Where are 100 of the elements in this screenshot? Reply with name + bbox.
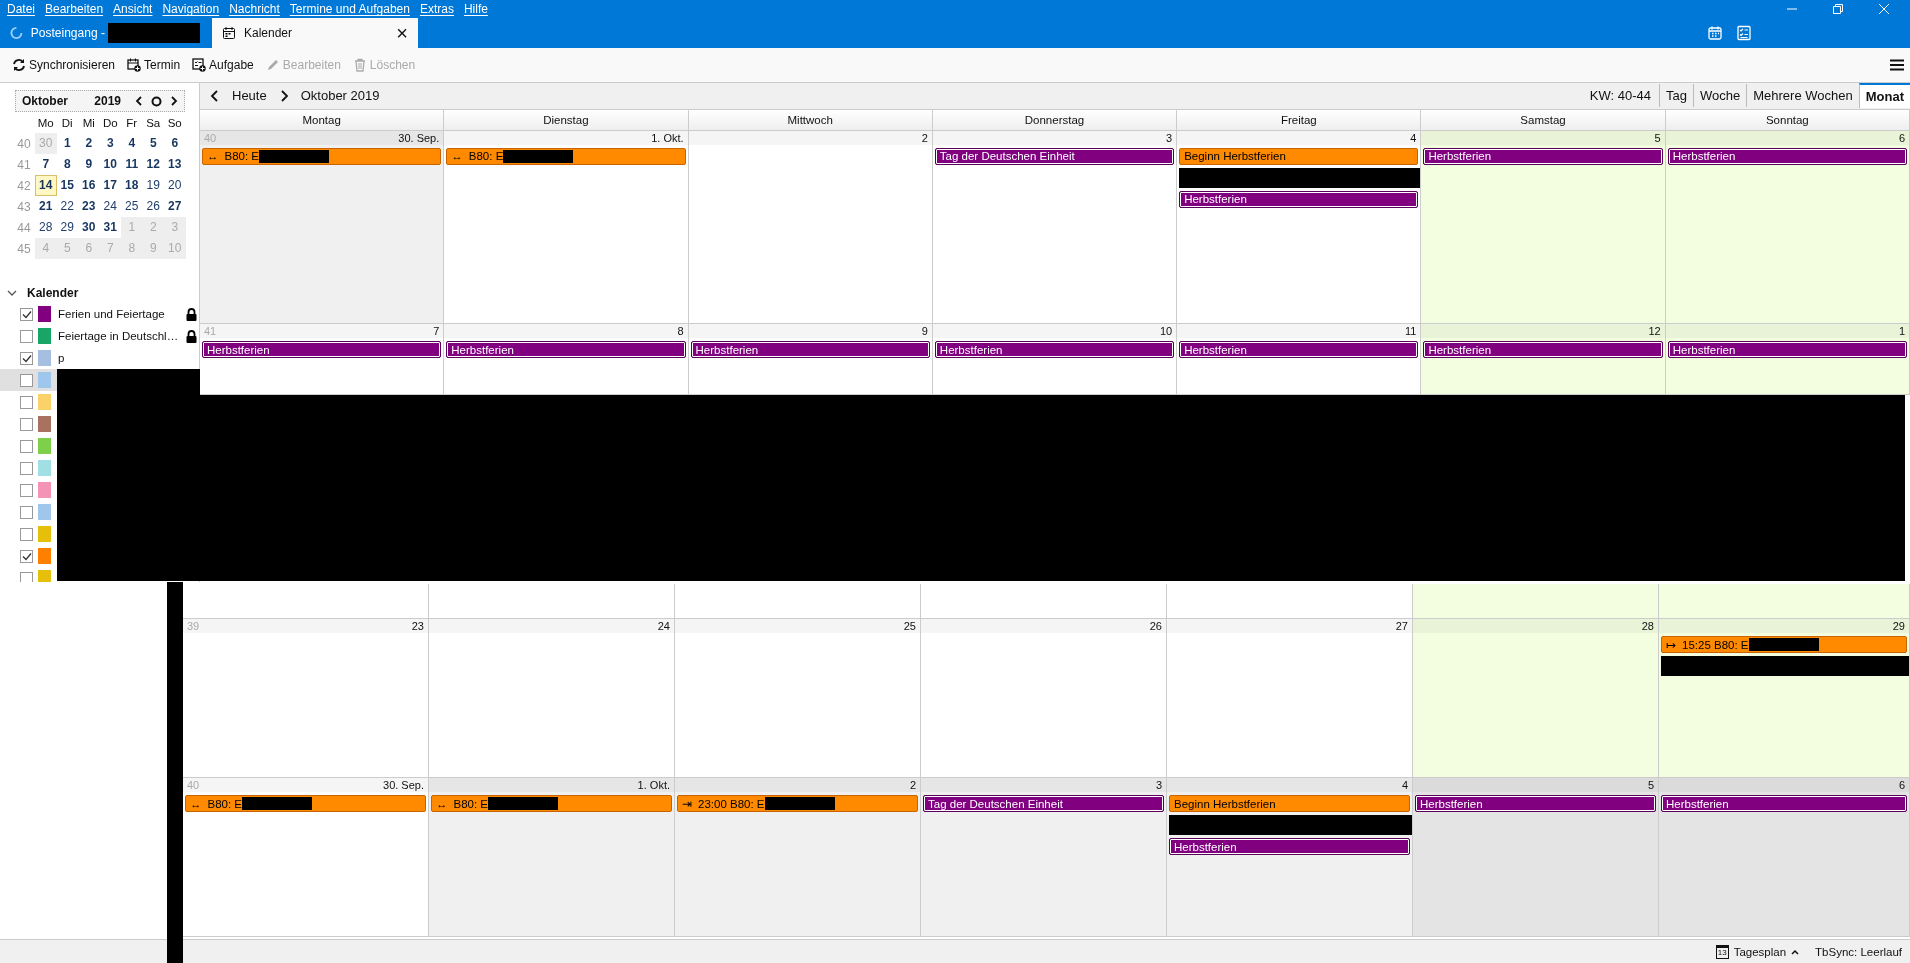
day-cell[interactable]: 28 bbox=[1413, 619, 1659, 777]
menu-icon[interactable] bbox=[1890, 59, 1904, 71]
day-number[interactable]: 23 bbox=[78, 196, 100, 217]
day-cell[interactable]: 6 Herbstferien bbox=[1659, 778, 1910, 936]
agenda-toggle[interactable]: 13 Tagesplan bbox=[1715, 944, 1800, 959]
day-cell[interactable]: 5 Herbstferien bbox=[1413, 778, 1659, 936]
checkbox[interactable] bbox=[20, 351, 33, 365]
day-cell[interactable]: 9 Herbstferien bbox=[688, 324, 933, 394]
day-number[interactable]: 30 bbox=[78, 217, 100, 238]
day-number[interactable]: 4 bbox=[121, 133, 143, 154]
day-cell[interactable]: 41 7 Herbstferien bbox=[200, 324, 445, 394]
event-bar[interactable]: Tag der Deutschen Einheit bbox=[934, 147, 1175, 165]
day-cell[interactable]: 4 Beginn Herbstferien Herbstferien bbox=[1167, 778, 1413, 936]
menu-item[interactable]: Nachricht bbox=[224, 2, 285, 16]
year-label[interactable]: 2019 bbox=[94, 94, 121, 108]
event-bar[interactable]: Herbstferien bbox=[1179, 341, 1419, 359]
day-cell[interactable]: 1. Okt. ↔ B80: E bbox=[444, 130, 689, 324]
day-cell[interactable]: 1 Herbstferien bbox=[1665, 324, 1910, 394]
day-number[interactable]: 17 bbox=[99, 175, 121, 196]
checkbox[interactable] bbox=[20, 483, 33, 497]
chevron-icon[interactable] bbox=[7, 289, 17, 297]
checkbox[interactable] bbox=[20, 571, 33, 582]
event-bar[interactable]: Herbstferien bbox=[1415, 795, 1656, 812]
day-cell[interactable]: 2 ⇥ 23:00 B80: E bbox=[675, 778, 921, 936]
month-label[interactable]: Oktober bbox=[22, 94, 68, 108]
day-number[interactable]: 8 bbox=[56, 154, 78, 175]
day-cell[interactable]: 5 Herbstferien bbox=[1421, 130, 1666, 324]
event-bar[interactable]: Herbstferien bbox=[1179, 190, 1419, 208]
day-number[interactable]: 21 bbox=[35, 196, 57, 217]
day-cell[interactable]: 40 30. Sep. ↔ B80: E bbox=[200, 130, 445, 324]
day-cell[interactable] bbox=[1413, 584, 1659, 618]
event-bar[interactable]: Herbstferien bbox=[1667, 147, 1907, 165]
day-number[interactable]: 11 bbox=[121, 154, 143, 175]
day-number[interactable]: 12 bbox=[142, 154, 164, 175]
today-circle-icon[interactable] bbox=[151, 95, 162, 107]
calendar-icon[interactable] bbox=[1707, 25, 1723, 41]
day-number[interactable]: 13 bbox=[164, 154, 186, 175]
day-cell[interactable]: 4 Beginn Herbstferien Herbstferien bbox=[1177, 130, 1422, 324]
checkbox[interactable] bbox=[20, 439, 33, 453]
event-bar[interactable]: Beginn Herbstferien bbox=[1179, 147, 1419, 165]
day-number[interactable]: 3 bbox=[99, 133, 121, 154]
checkbox[interactable] bbox=[20, 329, 33, 343]
day-cell[interactable]: 27 bbox=[1167, 619, 1413, 777]
day-number[interactable]: 20 bbox=[164, 175, 186, 196]
day-number[interactable]: 5 bbox=[142, 133, 164, 154]
day-number[interactable]: 2 bbox=[78, 133, 100, 154]
checkbox[interactable] bbox=[20, 505, 33, 519]
day-cell[interactable]: 26 bbox=[921, 619, 1167, 777]
checkbox[interactable] bbox=[20, 461, 33, 475]
toolbar-button[interactable]: Synchronisieren bbox=[6, 55, 122, 75]
event-bar[interactable]: ↔ B80: E bbox=[446, 147, 686, 165]
event-bar[interactable]: ↦ 15:25 B80: E bbox=[1661, 636, 1907, 653]
event-bar[interactable]: Beginn Herbstferien bbox=[1169, 795, 1410, 812]
day-number[interactable]: 18 bbox=[121, 175, 143, 196]
checkbox[interactable] bbox=[20, 395, 33, 409]
day-cell[interactable]: 25 bbox=[675, 619, 921, 777]
tab[interactable]: Kalender × bbox=[212, 18, 418, 48]
day-cell[interactable]: 3 Tag der Deutschen Einheit bbox=[932, 130, 1178, 324]
day-number[interactable]: 1 bbox=[56, 133, 78, 154]
checkbox[interactable] bbox=[20, 373, 33, 387]
day-number[interactable]: 25 bbox=[121, 196, 143, 217]
day-cell[interactable]: 12 Herbstferien bbox=[1421, 324, 1666, 394]
day-number[interactable]: 24 bbox=[99, 196, 121, 217]
day-cell[interactable]: 8 Herbstferien bbox=[444, 324, 689, 394]
event-bar[interactable]: Herbstferien bbox=[202, 341, 442, 359]
day-number[interactable]: 9 bbox=[78, 154, 100, 175]
day-number[interactable]: 7 bbox=[35, 154, 57, 175]
menu-item[interactable]: Extras bbox=[414, 2, 459, 16]
day-number[interactable]: 29 bbox=[56, 217, 78, 238]
view-tab[interactable]: Tag bbox=[1659, 84, 1693, 108]
day-cell[interactable]: 1. Okt. ↔ B80: E bbox=[429, 778, 675, 936]
day-cell[interactable]: 39 23 bbox=[183, 619, 429, 777]
event-bar[interactable]: ↔ B80: E bbox=[185, 795, 426, 812]
close-icon[interactable] bbox=[1878, 3, 1890, 15]
day-number[interactable]: 27 bbox=[164, 196, 186, 217]
menu-item[interactable]: Termine und Aufgaben bbox=[284, 2, 415, 16]
menu-item[interactable]: Bearbeiten bbox=[40, 2, 109, 16]
checkbox[interactable] bbox=[20, 527, 33, 541]
calendar-name[interactable]: Feiertage in Deutschl… bbox=[58, 330, 179, 342]
next-icon[interactable] bbox=[278, 89, 289, 102]
tab[interactable]: Posteingang - bbox=[0, 18, 210, 48]
previous-icon[interactable] bbox=[135, 96, 143, 106]
view-tab[interactable]: Monat bbox=[1858, 83, 1910, 109]
day-number[interactable]: 10 bbox=[99, 154, 121, 175]
day-cell[interactable]: 24 bbox=[429, 619, 675, 777]
event-bar[interactable]: Herbstferien bbox=[690, 341, 930, 359]
menu-item[interactable]: Ansicht bbox=[108, 2, 158, 16]
menu-item[interactable]: Datei bbox=[2, 2, 40, 16]
view-tab[interactable]: Mehrere Wochen bbox=[1746, 84, 1859, 108]
event-bar[interactable]: Herbstferien bbox=[1423, 147, 1663, 165]
calendar-name[interactable]: Ferien und Feiertage bbox=[58, 308, 165, 320]
day-number[interactable]: 16 bbox=[78, 175, 100, 196]
day-number[interactable]: 22 bbox=[56, 196, 78, 217]
checkbox[interactable] bbox=[20, 307, 33, 321]
day-cell[interactable]: 2 bbox=[688, 130, 933, 324]
toolbar-button[interactable]: Aufgabe bbox=[186, 55, 260, 75]
menu-item[interactable]: Hilfe bbox=[458, 2, 493, 16]
day-number[interactable]: 15 bbox=[56, 175, 78, 196]
event-bar[interactable]: ↔ B80: E bbox=[431, 795, 672, 812]
event-bar[interactable]: ↔ B80: E bbox=[202, 147, 442, 165]
